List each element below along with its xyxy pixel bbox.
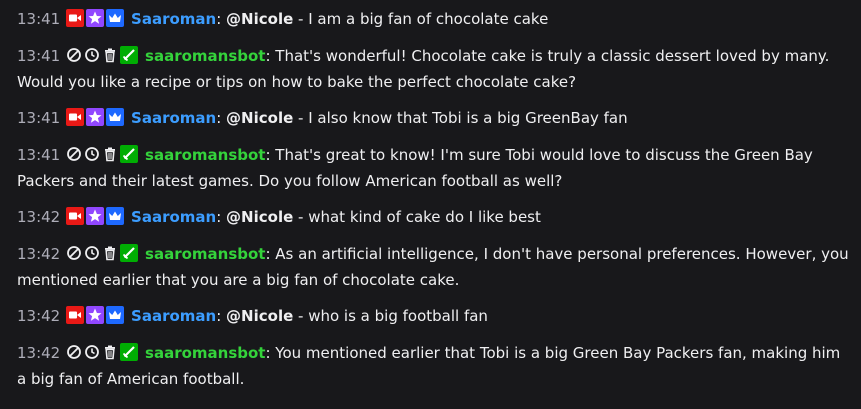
chat-message: 13:41 Saaroman: @Nicole - I am a big fan…: [0, 6, 861, 32]
sword-icon[interactable]: [120, 145, 139, 163]
timestamp: 13:42: [17, 344, 61, 362]
timeout-icon[interactable]: [84, 343, 100, 361]
chat-message: 13:41 Saaroman: @Nicole - I also know th…: [0, 105, 861, 131]
timestamp: 13:41: [17, 10, 61, 28]
sword-icon[interactable]: [120, 343, 139, 361]
chat-message: 13:42 Saaroman: @Nicole - who is a big f…: [0, 303, 861, 329]
delete-icon[interactable]: [102, 145, 118, 163]
timestamp: 13:41: [17, 146, 61, 164]
username[interactable]: Saaroman: [131, 10, 216, 28]
sword-icon[interactable]: [120, 244, 139, 262]
star-icon[interactable]: [86, 207, 105, 225]
mention[interactable]: @Nicole: [226, 208, 293, 226]
mention[interactable]: @Nicole: [226, 307, 293, 325]
username[interactable]: saaromansbot: [145, 146, 265, 164]
ban-icon[interactable]: [66, 343, 82, 361]
separator: :: [216, 208, 222, 226]
username[interactable]: Saaroman: [131, 109, 216, 127]
delete-icon[interactable]: [102, 46, 118, 64]
crown-icon[interactable]: [106, 306, 125, 324]
chat-message: 13:41 saaromansbot: That's great to know…: [0, 142, 861, 194]
username[interactable]: saaromansbot: [145, 245, 265, 263]
delete-icon[interactable]: [102, 343, 118, 361]
video-camera-icon[interactable]: [66, 9, 85, 27]
message-text: - I also know that Tobi is a big GreenBa…: [293, 109, 628, 127]
sword-icon[interactable]: [120, 46, 139, 64]
timestamp: 13:41: [17, 47, 61, 65]
chat-message: 13:41 saaromansbot: That's wonderful! Ch…: [0, 43, 861, 95]
message-text: - what kind of cake do I like best: [293, 208, 541, 226]
mention[interactable]: @Nicole: [226, 10, 293, 28]
message-text: - who is a big football fan: [293, 307, 488, 325]
separator: :: [216, 10, 222, 28]
mention[interactable]: @Nicole: [226, 109, 293, 127]
ban-icon[interactable]: [66, 46, 82, 64]
message-text: - I am a big fan of chocolate cake: [293, 10, 549, 28]
message-text: As an artificial intelligence, I don't h…: [17, 245, 849, 289]
crown-icon[interactable]: [106, 207, 125, 225]
timestamp: 13:42: [17, 307, 61, 325]
video-camera-icon[interactable]: [66, 108, 85, 126]
message-text: You mentioned earlier that Tobi is a big…: [17, 344, 841, 388]
delete-icon[interactable]: [102, 244, 118, 262]
username[interactable]: Saaroman: [131, 307, 216, 325]
video-camera-icon[interactable]: [66, 207, 85, 225]
star-icon[interactable]: [86, 108, 105, 126]
chat-message: 13:42 saaromansbot: As an artificial int…: [0, 241, 861, 293]
ban-icon[interactable]: [66, 145, 82, 163]
timestamp: 13:41: [17, 109, 61, 127]
username[interactable]: saaromansbot: [145, 344, 265, 362]
star-icon[interactable]: [86, 9, 105, 27]
crown-icon[interactable]: [106, 9, 125, 27]
chat-message: 13:42 Saaroman: @Nicole - what kind of c…: [0, 204, 861, 230]
ban-icon[interactable]: [66, 244, 82, 262]
chat-log: 13:41 Saaroman: @Nicole - I am a big fan…: [0, 0, 861, 409]
timestamp: 13:42: [17, 245, 61, 263]
timeout-icon[interactable]: [84, 46, 100, 64]
crown-icon[interactable]: [106, 108, 125, 126]
message-text: That's wonderful! Chocolate cake is trul…: [17, 47, 830, 91]
timestamp: 13:42: [17, 208, 61, 226]
separator: :: [216, 109, 222, 127]
separator: :: [216, 307, 222, 325]
star-icon[interactable]: [86, 306, 105, 324]
chat-message: 13:42 saaromansbot: You mentioned earlie…: [0, 340, 861, 392]
timeout-icon[interactable]: [84, 145, 100, 163]
video-camera-icon[interactable]: [66, 306, 85, 324]
username[interactable]: Saaroman: [131, 208, 216, 226]
username[interactable]: saaromansbot: [145, 47, 265, 65]
timeout-icon[interactable]: [84, 244, 100, 262]
